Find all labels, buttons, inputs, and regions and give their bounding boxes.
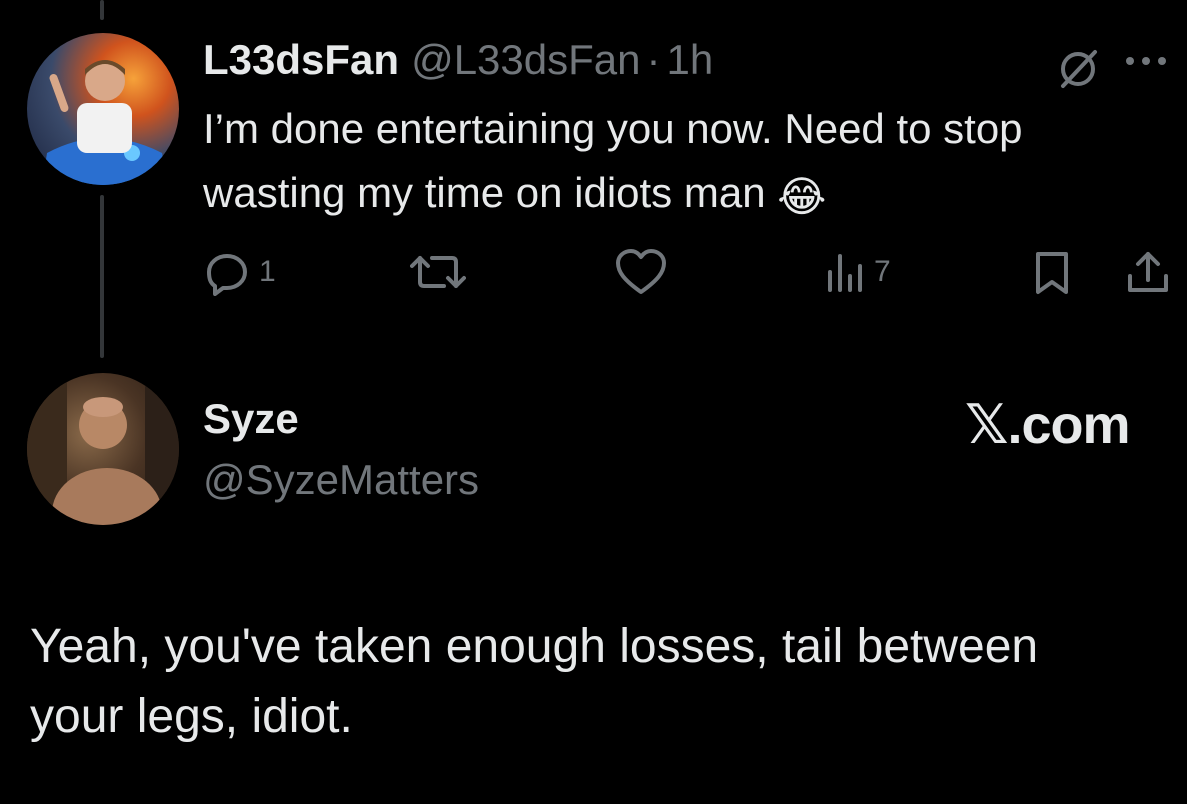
share-icon xyxy=(1128,252,1168,292)
reply-count: 1 xyxy=(259,255,276,288)
bookmark-button[interactable] xyxy=(1030,248,1074,296)
no-slash-icon[interactable] xyxy=(1053,44,1103,94)
handle[interactable]: @L33dsFan xyxy=(411,36,640,84)
avatar[interactable] xyxy=(27,33,179,185)
avatar-image xyxy=(27,373,179,525)
more-icon[interactable] xyxy=(1120,46,1172,76)
bookmark-icon xyxy=(1036,252,1068,294)
reply-button[interactable]: 1 xyxy=(203,248,276,296)
like-button[interactable] xyxy=(614,248,676,296)
timestamp[interactable]: 1h xyxy=(667,36,714,84)
quoted-display-name[interactable]: Syze xyxy=(203,395,299,443)
avatar-image xyxy=(27,60,179,185)
view-count: 7 xyxy=(874,255,891,288)
x-com-brand: 𝕏.com xyxy=(965,395,1131,455)
repost-icon xyxy=(410,256,466,288)
tweet-text: I’m done entertaining you now. Need to s… xyxy=(203,97,1123,229)
thread-line xyxy=(100,195,104,358)
views-button[interactable]: 7 xyxy=(826,248,891,296)
quoted-handle[interactable]: @SyzeMatters xyxy=(203,456,479,504)
repost-button[interactable] xyxy=(410,248,474,296)
display-name[interactable]: L33dsFan xyxy=(203,36,399,84)
separator-dot: · xyxy=(646,36,661,83)
tweet-header: L33dsFan @L33dsFan · 1h xyxy=(203,34,713,86)
quoted-text: Yeah, you've taken enough losses, tail b… xyxy=(30,620,1039,743)
share-button[interactable] xyxy=(1124,248,1172,296)
avatar[interactable] xyxy=(27,373,179,525)
laughing-emoji: 😂 xyxy=(777,173,827,220)
like-icon xyxy=(616,249,666,294)
views-icon xyxy=(828,254,862,292)
thread-line-top xyxy=(100,0,104,20)
tweet-body: I’m done entertaining you now. Need to s… xyxy=(203,105,1023,216)
reply-icon xyxy=(207,254,247,296)
